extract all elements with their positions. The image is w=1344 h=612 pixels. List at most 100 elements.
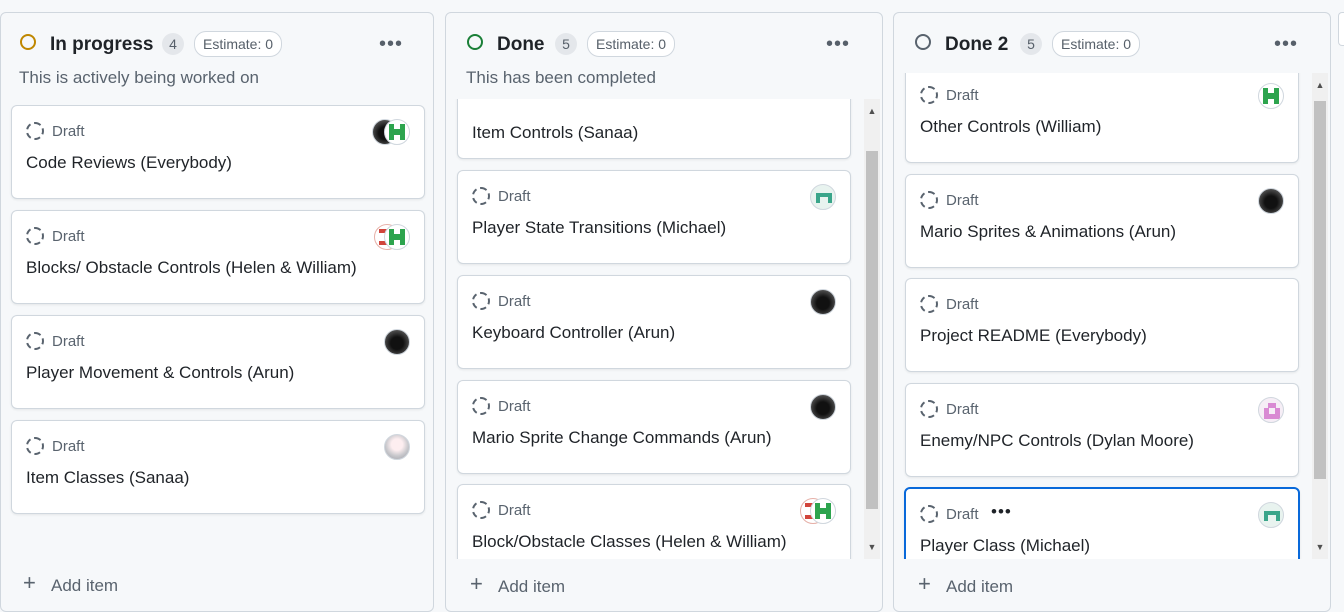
plus-icon: +	[918, 571, 931, 596]
card-title[interactable]: Enemy/NPC Controls (Dylan Moore)	[920, 431, 1194, 451]
scroll-down-icon[interactable]: ▼	[864, 539, 880, 555]
avatar[interactable]	[810, 498, 836, 524]
add-item-button[interactable]: + Add item	[894, 569, 1330, 605]
draft-icon	[26, 227, 44, 245]
item-card[interactable]: Draft Code Reviews (Everybody)	[11, 105, 425, 199]
column-title: In progress	[50, 34, 154, 55]
estimate-badge: Estimate: 0	[194, 31, 283, 57]
column-header: Done 5 Estimate: 0 ••• This has been com…	[446, 13, 882, 103]
card-list: Item Controls (Sanaa) Draft Player State…	[446, 99, 882, 559]
column-header: In progress 4 Estimate: 0 ••• This is ac…	[1, 13, 433, 103]
column-in-progress: In progress 4 Estimate: 0 ••• This is ac…	[0, 12, 434, 612]
item-card[interactable]: Draft Item Classes (Sanaa)	[11, 420, 425, 514]
avatar[interactable]	[1258, 502, 1284, 528]
item-card[interactable]: Draft Block/Obstacle Classes (Helen & Wi…	[457, 484, 851, 559]
avatar[interactable]	[810, 184, 836, 210]
in-progress-status-icon	[20, 34, 36, 50]
draft-icon	[472, 397, 490, 415]
item-card[interactable]: Draft Blocks/ Obstacle Controls (Helen &…	[11, 210, 425, 304]
add-item-label: Add item	[51, 576, 119, 595]
draft-icon	[472, 187, 490, 205]
scroll-thumb[interactable]	[866, 151, 878, 509]
avatar[interactable]	[1258, 188, 1284, 214]
avatar[interactable]	[1258, 83, 1284, 109]
card-list: Draft Code Reviews (Everybody) Draft Blo…	[1, 105, 433, 569]
card-status: Draft	[946, 506, 979, 523]
card-status: Draft	[498, 502, 531, 519]
item-card[interactable]: Draft Mario Sprite Change Commands (Arun…	[457, 380, 851, 474]
card-title[interactable]: Player Class (Michael)	[920, 536, 1090, 556]
scroll-up-icon[interactable]: ▲	[1312, 77, 1328, 93]
column-menu-icon[interactable]: •••	[1274, 33, 1298, 56]
estimate-badge: Estimate: 0	[1052, 31, 1141, 57]
plus-icon: +	[23, 570, 36, 595]
draft-icon	[920, 400, 938, 418]
card-status: Draft	[498, 293, 531, 310]
column-done: Done 5 Estimate: 0 ••• This has been com…	[445, 12, 883, 612]
column-menu-icon[interactable]: •••	[826, 33, 850, 56]
card-title[interactable]: Player Movement & Controls (Arun)	[26, 363, 294, 383]
column-title: Done 2	[945, 34, 1009, 55]
item-card[interactable]: Item Controls (Sanaa)	[457, 99, 851, 159]
card-status: Draft	[52, 333, 85, 350]
avatar[interactable]	[810, 394, 836, 420]
card-status: Draft	[52, 123, 85, 140]
item-card[interactable]: Draft Player Movement & Controls (Arun)	[11, 315, 425, 409]
scrollbar[interactable]: ▲ ▼	[1312, 73, 1328, 559]
item-count-badge: 4	[162, 33, 184, 55]
card-title[interactable]: Other Controls (William)	[920, 117, 1101, 137]
card-status: Draft	[946, 87, 979, 104]
card-title[interactable]: Item Controls (Sanaa)	[472, 123, 638, 143]
card-title[interactable]: Keyboard Controller (Arun)	[472, 323, 675, 343]
draft-icon	[920, 191, 938, 209]
add-item-label: Add item	[946, 577, 1014, 596]
card-status: Draft	[946, 296, 979, 313]
card-title[interactable]: Block/Obstacle Classes (Helen & William)	[472, 532, 787, 552]
done-status-icon	[467, 34, 483, 50]
card-title[interactable]: Item Classes (Sanaa)	[26, 468, 189, 488]
item-card[interactable]: Draft Player State Transitions (Michael)	[457, 170, 851, 264]
card-title[interactable]: Code Reviews (Everybody)	[26, 153, 232, 173]
draft-icon	[472, 501, 490, 519]
column-description: This has been completed	[466, 68, 656, 87]
item-card-selected[interactable]: Draft ••• Player Class (Michael)	[904, 487, 1300, 559]
add-item-button[interactable]: + Add item	[1, 568, 433, 604]
avatar[interactable]	[384, 329, 410, 355]
add-item-button[interactable]: + Add item	[446, 569, 882, 605]
column-menu-icon[interactable]: •••	[379, 33, 403, 56]
card-title[interactable]: Project README (Everybody)	[920, 326, 1147, 346]
item-count-badge: 5	[555, 33, 577, 55]
plus-icon: +	[470, 571, 483, 596]
item-card[interactable]: Draft Mario Sprites & Animations (Arun)	[905, 174, 1299, 268]
scroll-thumb[interactable]	[1314, 101, 1326, 479]
avatar[interactable]	[384, 224, 410, 250]
card-status: Draft	[946, 192, 979, 209]
card-list: Draft Other Controls (William) Draft Mar…	[894, 73, 1330, 559]
item-count-badge: 5	[1020, 33, 1042, 55]
item-card[interactable]: Draft Project README (Everybody)	[905, 278, 1299, 372]
card-title[interactable]: Blocks/ Obstacle Controls (Helen & Willi…	[26, 258, 357, 278]
item-card[interactable]: Draft Keyboard Controller (Arun)	[457, 275, 851, 369]
estimate-badge: Estimate: 0	[587, 31, 676, 57]
avatar[interactable]	[384, 434, 410, 460]
scrollbar[interactable]: ▲ ▼	[864, 99, 880, 559]
column-description: This is actively being worked on	[19, 68, 260, 87]
card-status: Draft	[52, 228, 85, 245]
column-done-2: Done 2 5 Estimate: 0 ••• Draft Other Con…	[893, 12, 1331, 612]
item-card[interactable]: Draft Other Controls (William)	[905, 73, 1299, 163]
draft-icon	[472, 292, 490, 310]
card-status: Draft	[946, 401, 979, 418]
card-title[interactable]: Player State Transitions (Michael)	[472, 218, 726, 238]
avatar[interactable]	[810, 289, 836, 315]
draft-icon	[26, 122, 44, 140]
card-title[interactable]: Mario Sprite Change Commands (Arun)	[472, 428, 772, 448]
draft-icon	[920, 505, 938, 523]
card-status: Draft	[52, 438, 85, 455]
avatar[interactable]	[384, 119, 410, 145]
avatar[interactable]	[1258, 397, 1284, 423]
card-title[interactable]: Mario Sprites & Animations (Arun)	[920, 222, 1176, 242]
scroll-down-icon[interactable]: ▼	[1312, 539, 1328, 555]
scroll-up-icon[interactable]: ▲	[864, 103, 880, 119]
item-card[interactable]: Draft Enemy/NPC Controls (Dylan Moore)	[905, 383, 1299, 477]
card-menu-icon[interactable]: •••	[991, 502, 1012, 522]
